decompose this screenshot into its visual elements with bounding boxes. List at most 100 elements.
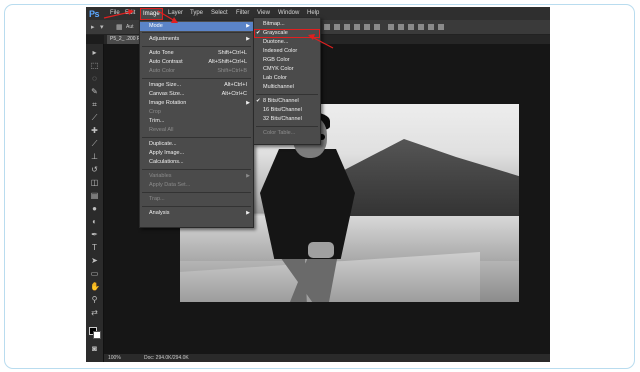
menu-file[interactable]: File [110,10,120,16]
brush-tool-icon[interactable]: ⟋ [90,139,99,148]
distribute-icon[interactable] [418,24,424,30]
menu-item-trim[interactable]: Trim... [140,117,253,126]
menu-item-label: Color Table... [263,130,296,136]
dodge-tool-icon[interactable]: ◐ [90,217,99,226]
hand-tool-icon[interactable]: ✋ [90,282,100,291]
crop-tool-icon[interactable]: ⌗ [90,100,99,109]
background-color-swatch[interactable] [93,331,101,339]
menu-item-auto-contrast[interactable]: Auto Contrast Alt+Shift+Ctrl+L [140,58,253,67]
menu-item-adjustments[interactable]: Adjustments ▶ [140,35,253,44]
mode-item-16-bits[interactable]: 16 Bits/Channel [254,106,320,115]
document-info[interactable]: Doc: 294.0K/294.0K [144,354,189,362]
pen-tool-icon[interactable]: ✒ [90,230,99,239]
zoom-tool-icon[interactable]: ⚲ [90,295,99,304]
quick-mask-icon[interactable]: ◙ [90,344,99,353]
status-bar: 100% Doc: 294.0K/294.0K [104,354,550,362]
align-icon[interactable] [364,24,370,30]
eraser-tool-icon[interactable]: ◫ [90,178,99,187]
align-icon[interactable] [374,24,380,30]
menu-item-shortcut: Alt+Shift+Ctrl+L [208,59,247,65]
menu-window[interactable]: Window [278,10,299,16]
menu-item-label: Auto Tone [149,50,174,56]
distribute-icon[interactable] [438,24,444,30]
align-icon[interactable] [344,24,350,30]
shape-tool-icon[interactable]: ▭ [90,269,99,278]
type-tool-icon[interactable]: T [90,243,99,252]
move-tool-icon[interactable]: ▸ [90,48,99,57]
history-brush-tool-icon[interactable]: ↺ [90,165,99,174]
gradient-tool-icon[interactable]: ▤ [90,191,99,200]
path-select-tool-icon[interactable]: ➤ [90,256,99,265]
mode-item-bitmap[interactable]: Bitmap... [254,20,320,29]
eyedropper-tool-icon[interactable]: ⟋ [90,113,99,122]
align-icon[interactable] [324,24,330,30]
menu-help[interactable]: Help [307,10,319,16]
auto-select-label: Aut [126,24,134,30]
menu-item-variables: Variables ▶ [140,172,253,181]
menu-item-label: Apply Data Set... [149,182,191,188]
menu-item-label: CMYK Color [263,66,294,72]
mode-item-grayscale[interactable]: ✔ Grayscale [254,29,320,38]
quick-select-tool-icon[interactable]: ✎ [90,87,99,96]
menu-image[interactable]: Image [140,8,163,20]
menu-item-label: 8 Bits/Channel [263,98,299,104]
menu-item-label: Adjustments [149,36,180,42]
menu-item-mode[interactable]: Mode ▶ [140,22,253,31]
menu-item-apply-image[interactable]: Apply Image... [140,149,253,158]
chevron-down-icon[interactable]: ▾ [100,23,104,31]
menu-view[interactable]: View [257,10,270,16]
menu-type[interactable]: Type [190,10,203,16]
mode-item-multichannel[interactable]: Multichannel [254,83,320,92]
grid-icon[interactable]: ▦ [116,23,123,31]
align-icon[interactable] [334,24,340,30]
menu-item-label: Trap... [149,196,165,202]
menu-separator [256,126,318,127]
mode-item-32-bits[interactable]: 32 Bits/Channel [254,115,320,124]
distribute-icon[interactable] [398,24,404,30]
marquee-tool-icon[interactable]: ⬚ [90,61,99,70]
distribute-icon[interactable] [428,24,434,30]
mode-item-lab-color[interactable]: Lab Color [254,74,320,83]
menu-item-auto-tone[interactable]: Auto Tone Shift+Ctrl+L [140,49,253,58]
menu-item-label: Trim... [149,118,165,124]
align-icon[interactable] [354,24,360,30]
swap-colors-icon[interactable]: ⇄ [90,308,99,317]
menu-select[interactable]: Select [211,10,228,16]
menu-item-canvas-size[interactable]: Canvas Size... Alt+Ctrl+C [140,90,253,99]
menu-item-calculations[interactable]: Calculations... [140,158,253,167]
blur-tool-icon[interactable]: ● [90,204,99,213]
person-hands-phone [308,242,334,258]
menu-item-label: Indexed Color [263,48,298,54]
lasso-tool-icon[interactable]: ◌ [90,74,99,83]
mode-item-indexed-color[interactable]: Indexed Color [254,47,320,56]
healing-brush-tool-icon[interactable]: ✚ [90,126,99,135]
mode-item-rgb-color[interactable]: RGB Color [254,56,320,65]
menu-filter[interactable]: Filter [236,10,249,16]
menu-separator [142,206,251,207]
mode-item-8-bits[interactable]: ✔ 8 Bits/Channel [254,97,320,106]
distribute-icon[interactable] [388,24,394,30]
menu-item-image-rotation[interactable]: Image Rotation ▶ [140,99,253,108]
mode-item-cmyk-color[interactable]: CMYK Color [254,65,320,74]
menu-item-analysis[interactable]: Analysis ▶ [140,209,253,218]
menu-item-label: Image Size... [149,82,182,88]
menu-item-label: 32 Bits/Channel [263,116,302,122]
menu-item-label: Crop [149,109,161,115]
clone-stamp-tool-icon[interactable]: ⊥ [90,152,99,161]
menu-edit[interactable]: Edit [125,10,135,16]
move-tool-icon[interactable]: ▸ [91,23,95,31]
distribute-icon[interactable] [408,24,414,30]
menu-item-trap: Trap... [140,195,253,204]
menu-separator [142,78,251,79]
menu-separator [142,32,251,33]
mode-item-duotone[interactable]: Duotone... [254,38,320,47]
menu-item-label: 16 Bits/Channel [263,107,302,113]
menu-item-label: Auto Color [149,68,175,74]
menu-item-duplicate[interactable]: Duplicate... [140,140,253,149]
menu-item-label: Grayscale [263,30,288,36]
menu-layer[interactable]: Layer [168,10,183,16]
menu-item-shortcut: Alt+Ctrl+I [224,82,247,88]
menu-item-image-size[interactable]: Image Size... Alt+Ctrl+I [140,81,253,90]
zoom-level[interactable]: 100% [108,354,121,362]
photoshop-window: Ps File Edit Image Layer Type Select Fil… [86,7,550,362]
